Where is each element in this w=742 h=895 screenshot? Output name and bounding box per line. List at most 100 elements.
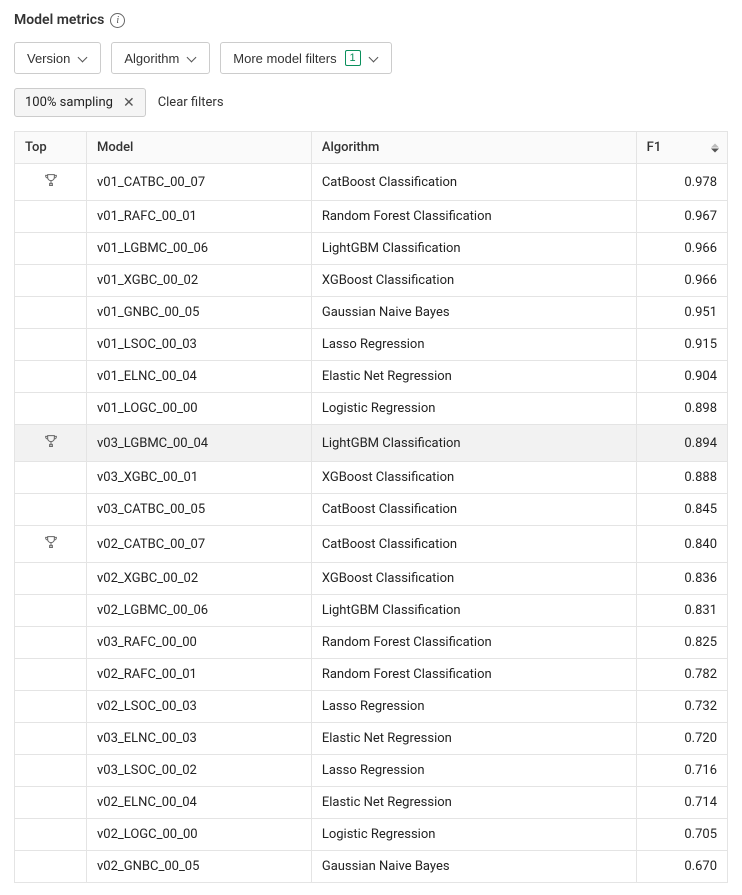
cell-f1: 0.720 xyxy=(636,723,727,755)
cell-algorithm: LightGBM Classification xyxy=(311,425,636,462)
table-row[interactable]: v01_LGBMC_00_06LightGBM Classification0.… xyxy=(15,233,728,265)
table-row[interactable]: v02_XGBC_00_02XGBoost Classification0.83… xyxy=(15,563,728,595)
cell-top xyxy=(15,265,87,297)
algorithm-filter-button[interactable]: Algorithm xyxy=(111,42,210,74)
cell-model: v02_LOGC_00_00 xyxy=(87,819,312,851)
table-row[interactable]: v03_XGBC_00_01XGBoost Classification0.88… xyxy=(15,462,728,494)
cell-algorithm: Lasso Regression xyxy=(311,755,636,787)
cell-top xyxy=(15,659,87,691)
cell-model: v03_CATBC_00_05 xyxy=(87,494,312,526)
cell-model: v03_LSOC_00_02 xyxy=(87,755,312,787)
algorithm-filter-label: Algorithm xyxy=(124,51,179,66)
more-filters-label: More model filters xyxy=(233,51,336,66)
cell-top xyxy=(15,233,87,265)
trophy-icon xyxy=(43,433,59,453)
table-row[interactable]: v02_RAFC_00_01Random Forest Classificati… xyxy=(15,659,728,691)
table-row[interactable]: v02_LSOC_00_03Lasso Regression0.732 xyxy=(15,691,728,723)
cell-f1: 0.915 xyxy=(636,329,727,361)
table-row[interactable]: v01_ELNC_00_04Elastic Net Regression0.90… xyxy=(15,361,728,393)
table-row[interactable]: v03_CATBC_00_05CatBoost Classification0.… xyxy=(15,494,728,526)
more-filters-button[interactable]: More model filters 1 xyxy=(220,42,391,74)
cell-f1: 0.825 xyxy=(636,627,727,659)
chevron-down-icon xyxy=(369,53,379,63)
cell-model: v01_CATBC_00_07 xyxy=(87,164,312,201)
cell-top xyxy=(15,819,87,851)
column-header-f1[interactable]: F1 xyxy=(636,132,727,164)
table-row[interactable]: v01_CATBC_00_07CatBoost Classification0.… xyxy=(15,164,728,201)
table-row[interactable]: v02_CATBC_00_07CatBoost Classification0.… xyxy=(15,526,728,563)
column-header-model[interactable]: Model xyxy=(87,132,312,164)
cell-top xyxy=(15,329,87,361)
cell-top xyxy=(15,494,87,526)
version-filter-button[interactable]: Version xyxy=(14,42,101,74)
table-row[interactable]: v03_LGBMC_00_04LightGBM Classification0.… xyxy=(15,425,728,462)
cell-algorithm: Elastic Net Regression xyxy=(311,361,636,393)
cell-top xyxy=(15,393,87,425)
cell-algorithm: Logistic Regression xyxy=(311,819,636,851)
cell-model: v01_GNBC_00_05 xyxy=(87,297,312,329)
cell-f1: 0.978 xyxy=(636,164,727,201)
cell-top xyxy=(15,297,87,329)
cell-algorithm: Elastic Net Regression xyxy=(311,787,636,819)
table-row[interactable]: v01_LOGC_00_00Logistic Regression0.898 xyxy=(15,393,728,425)
cell-algorithm: XGBoost Classification xyxy=(311,462,636,494)
close-icon[interactable]: ✕ xyxy=(123,96,135,110)
chevron-down-icon xyxy=(78,53,88,63)
version-filter-label: Version xyxy=(27,51,70,66)
cell-top xyxy=(15,425,87,462)
cell-f1: 0.705 xyxy=(636,819,727,851)
cell-f1: 0.716 xyxy=(636,755,727,787)
table-row[interactable]: v02_GNBC_00_05Gaussian Naive Bayes0.670 xyxy=(15,851,728,883)
cell-model: v02_ELNC_00_04 xyxy=(87,787,312,819)
cell-model: v02_CATBC_00_07 xyxy=(87,526,312,563)
table-row[interactable]: v01_LSOC_00_03Lasso Regression0.915 xyxy=(15,329,728,361)
info-icon[interactable]: i xyxy=(110,13,125,28)
cell-top xyxy=(15,201,87,233)
cell-f1: 0.845 xyxy=(636,494,727,526)
cell-f1: 0.782 xyxy=(636,659,727,691)
table-row[interactable]: v01_GNBC_00_05Gaussian Naive Bayes0.951 xyxy=(15,297,728,329)
cell-model: v03_LGBMC_00_04 xyxy=(87,425,312,462)
cell-algorithm: XGBoost Classification xyxy=(311,563,636,595)
cell-f1: 0.966 xyxy=(636,233,727,265)
cell-f1: 0.888 xyxy=(636,462,727,494)
cell-algorithm: Elastic Net Regression xyxy=(311,723,636,755)
cell-top xyxy=(15,595,87,627)
sort-icon xyxy=(711,143,719,152)
table-row[interactable]: v03_ELNC_00_03Elastic Net Regression0.72… xyxy=(15,723,728,755)
more-filters-count-badge: 1 xyxy=(345,50,361,66)
cell-model: v02_LGBMC_00_06 xyxy=(87,595,312,627)
table-row[interactable]: v01_XGBC_00_02XGBoost Classification0.96… xyxy=(15,265,728,297)
cell-algorithm: LightGBM Classification xyxy=(311,595,636,627)
cell-f1: 0.894 xyxy=(636,425,727,462)
table-row[interactable]: v03_LSOC_00_02Lasso Regression0.716 xyxy=(15,755,728,787)
cell-model: v01_XGBC_00_02 xyxy=(87,265,312,297)
cell-f1: 0.831 xyxy=(636,595,727,627)
cell-top xyxy=(15,462,87,494)
filter-chip-label: 100% sampling xyxy=(25,95,113,110)
cell-algorithm: Lasso Regression xyxy=(311,691,636,723)
table-row[interactable]: v03_RAFC_00_00Random Forest Classificati… xyxy=(15,627,728,659)
cell-algorithm: Gaussian Naive Bayes xyxy=(311,851,636,883)
cell-algorithm: Random Forest Classification xyxy=(311,201,636,233)
clear-filters-link[interactable]: Clear filters xyxy=(158,95,224,110)
column-header-top[interactable]: Top xyxy=(15,132,87,164)
filter-chip-sampling[interactable]: 100% sampling ✕ xyxy=(14,88,146,117)
cell-f1: 0.840 xyxy=(636,526,727,563)
cell-model: v02_GNBC_00_05 xyxy=(87,851,312,883)
cell-f1: 0.836 xyxy=(636,563,727,595)
cell-algorithm: Random Forest Classification xyxy=(311,659,636,691)
table-row[interactable]: v01_RAFC_00_01Random Forest Classificati… xyxy=(15,201,728,233)
cell-model: v03_RAFC_00_00 xyxy=(87,627,312,659)
trophy-icon xyxy=(43,534,59,554)
cell-algorithm: XGBoost Classification xyxy=(311,265,636,297)
metrics-table: Top Model Algorithm F1 v01_CATBC_00_07Ca… xyxy=(14,131,728,883)
cell-algorithm: Lasso Regression xyxy=(311,329,636,361)
cell-f1: 0.732 xyxy=(636,691,727,723)
column-header-f1-label: F1 xyxy=(647,140,662,155)
trophy-icon xyxy=(43,172,59,192)
column-header-algorithm[interactable]: Algorithm xyxy=(311,132,636,164)
table-row[interactable]: v02_LGBMC_00_06LightGBM Classification0.… xyxy=(15,595,728,627)
table-row[interactable]: v02_ELNC_00_04Elastic Net Regression0.71… xyxy=(15,787,728,819)
table-row[interactable]: v02_LOGC_00_00Logistic Regression0.705 xyxy=(15,819,728,851)
